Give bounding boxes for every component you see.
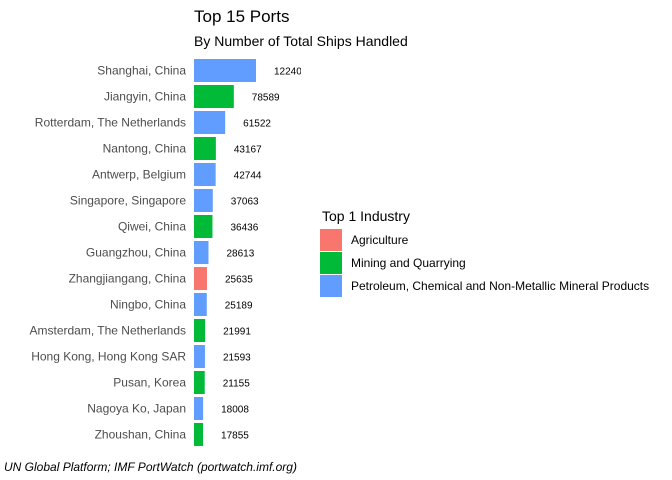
value-label: 17855 [221, 431, 249, 442]
category-label: Nantong, China [103, 142, 187, 156]
value-label: 18008 [221, 405, 249, 416]
bar [194, 423, 204, 446]
value-label: 21991 [223, 327, 251, 338]
legend-label: Petroleum, Chemical and Non-Metallic Min… [351, 279, 649, 293]
category-label: Shanghai, China [97, 64, 186, 78]
category-label: Zhoushan, China [95, 428, 187, 442]
bar [194, 319, 206, 342]
legend-swatch [320, 252, 342, 274]
category-labels: Shanghai, China Jiangyin, China Rotterdam,… [29, 64, 186, 442]
value-label: 25189 [225, 301, 253, 312]
bar [194, 137, 216, 160]
chart-canvas: Top 15 Ports By Number of Total Ships Ha… [4, 7, 649, 474]
value-label: 21155 [223, 379, 251, 390]
bar [194, 241, 209, 264]
legend-swatch [320, 229, 342, 251]
bar [194, 59, 256, 82]
bar [194, 371, 205, 394]
category-label: Antwerp, Belgium [92, 168, 186, 182]
value-label: 42744 [234, 171, 262, 182]
chart-subtitle: By Number of Total Ships Handled [194, 33, 408, 49]
bar [194, 163, 216, 186]
bar [194, 189, 213, 212]
value-label: 36436 [230, 223, 258, 234]
bar [194, 215, 213, 238]
legend-items: Agriculture Mining and Quarrying Petroleum… [320, 229, 649, 297]
category-label: Singapore, Singapore [70, 194, 186, 208]
legend-title: Top 1 Industry [322, 208, 410, 224]
bar [194, 267, 207, 290]
category-label: Qiwei, China [118, 220, 186, 234]
value-label: 25635 [225, 275, 253, 286]
category-label: Jiangyin, China [104, 90, 186, 104]
value-label: 28613 [226, 249, 254, 260]
value-label: 37063 [231, 197, 259, 208]
category-label: Hong Kong, Hong Kong SAR [31, 350, 186, 364]
bar [194, 397, 204, 420]
category-label: Pusan, Korea [113, 376, 186, 390]
bar [194, 293, 207, 316]
category-label: Ningbo, China [110, 298, 186, 312]
bar [194, 345, 205, 368]
chart-title: Top 15 Ports [194, 7, 289, 26]
category-label: Zhangjiangang, China [69, 272, 187, 286]
value-label: 78589 [252, 93, 280, 104]
chart-caption: UN Global Platform; IMF PortWatch (portw… [4, 460, 297, 474]
value-labels: 12240 78589 61522 43167 42744 37063 36436 28613… [221, 67, 302, 442]
value-label: 12240 [274, 67, 302, 78]
value-label: 43167 [234, 145, 262, 156]
category-label: Nagoya Ko, Japan [87, 402, 186, 416]
legend-label: Mining and Quarrying [351, 256, 466, 270]
value-label: 61522 [243, 119, 271, 130]
bar [194, 85, 234, 108]
legend-swatch [320, 275, 342, 297]
legend-label: Agriculture [351, 233, 409, 247]
value-label: 21593 [223, 353, 251, 364]
category-label: Guangzhou, China [86, 246, 186, 260]
category-label: Amsterdam, The Netherlands [29, 324, 186, 338]
legend: Top 1 Industry Agriculture Mining and Qua… [320, 208, 649, 297]
category-label: Rotterdam, The Netherlands [35, 116, 186, 130]
bar [194, 111, 226, 134]
